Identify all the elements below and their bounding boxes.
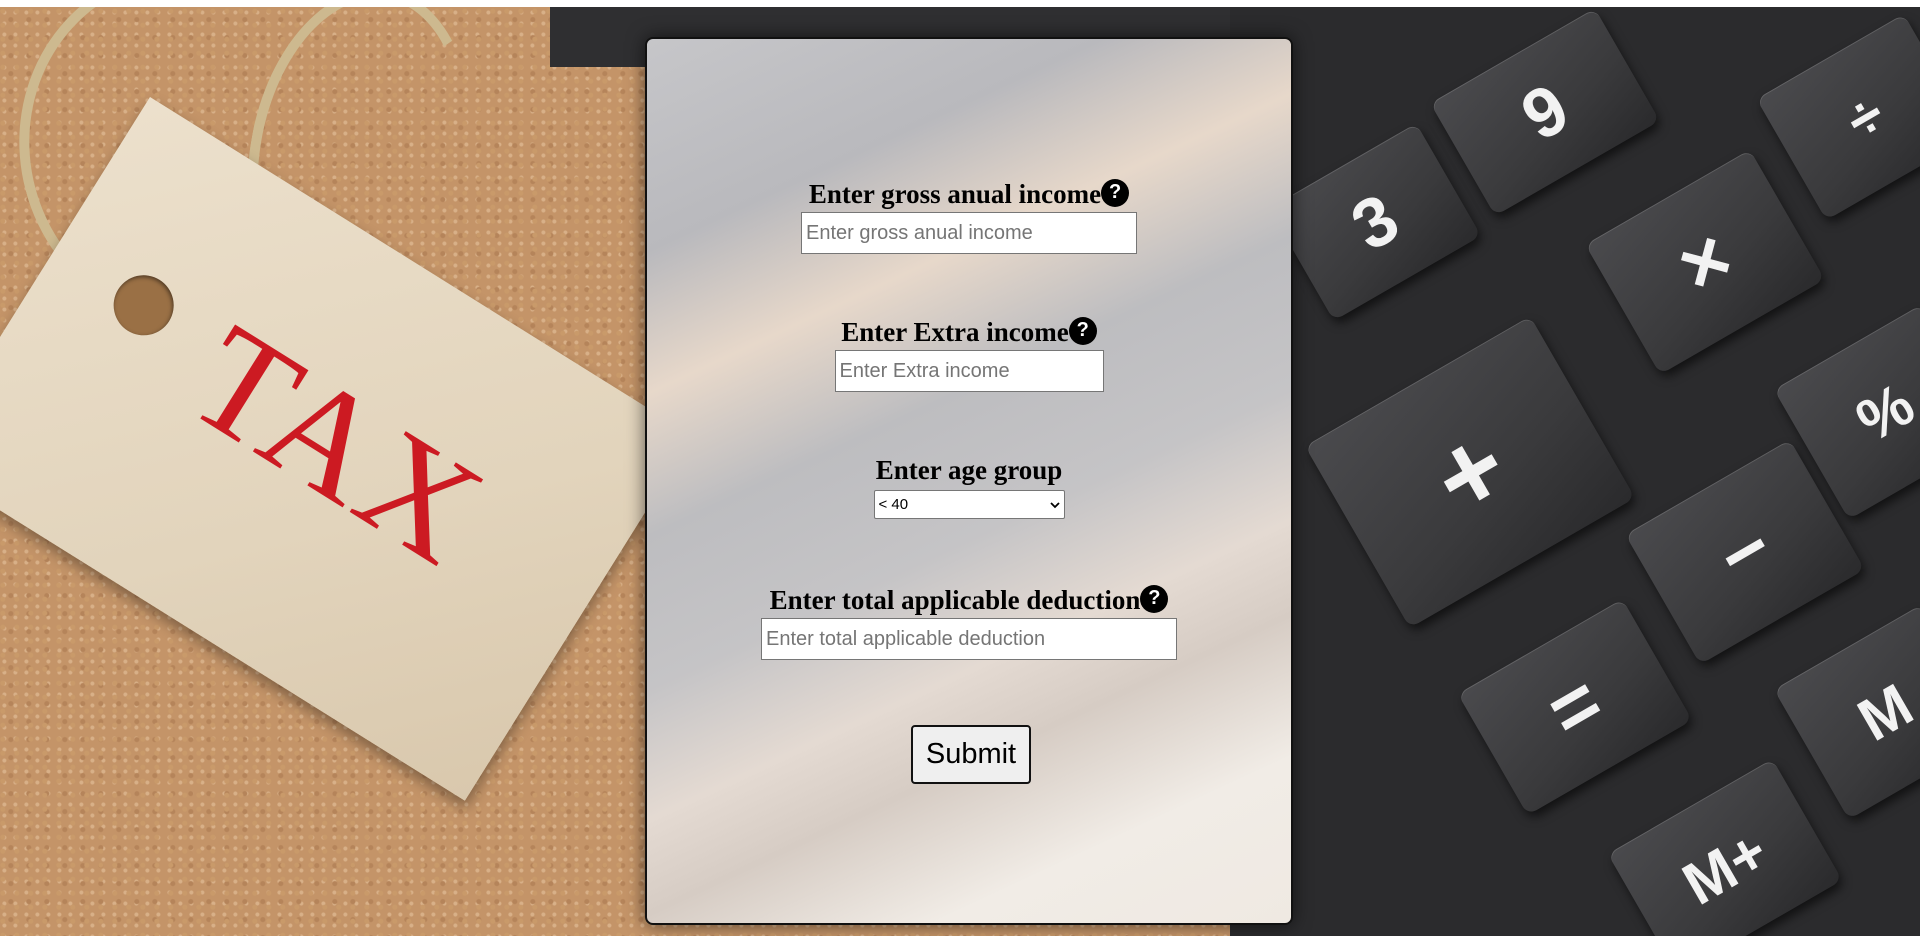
question-circle-icon[interactable]: ?	[1140, 584, 1169, 613]
deduction-field: Enter total applicable deduction ?	[647, 584, 1291, 660]
extra-income-label-row: Enter Extra income ?	[841, 316, 1097, 348]
age-group-selected-value: < 40	[878, 496, 909, 513]
age-group-field: Enter age group < 40	[647, 455, 1291, 519]
question-circle-icon[interactable]: ?	[1101, 178, 1130, 207]
gross-income-label: Enter gross anual income	[808, 179, 1102, 209]
tax-tag-text: TAX	[163, 293, 513, 598]
extra-income-field: Enter Extra income ?	[647, 316, 1291, 392]
tag-hole	[102, 263, 185, 347]
extra-income-label: Enter Extra income	[841, 317, 1069, 347]
question-circle-icon[interactable]: ?	[1068, 316, 1097, 345]
tax-form-card: Enter gross anual income ? Enter Extra i…	[645, 37, 1293, 925]
extra-income-input[interactable]	[834, 350, 1104, 392]
calc-key-multiply: ×	[1585, 149, 1825, 375]
calc-key-m: M	[1773, 604, 1920, 820]
age-group-select[interactable]: < 40	[873, 490, 1065, 519]
calc-key-9: 9	[1430, 8, 1660, 216]
age-group-label: Enter age group	[875, 455, 1063, 485]
gross-income-input[interactable]	[801, 212, 1137, 254]
calculator: 9 3 × + − = ÷ % M M+	[1230, 7, 1920, 936]
age-group-label-row: Enter age group	[876, 455, 1063, 486]
calc-key-divide: ÷	[1756, 13, 1920, 221]
gross-income-label-row: Enter gross anual income ?	[808, 178, 1130, 210]
chevron-down-icon	[1049, 501, 1060, 508]
calc-key-mplus: M+	[1607, 758, 1843, 936]
calc-key-equals: =	[1457, 598, 1693, 816]
deduction-label: Enter total applicable deduction	[769, 585, 1141, 615]
calc-key-plus: +	[1304, 316, 1636, 628]
deduction-label-row: Enter total applicable deduction ?	[769, 584, 1169, 616]
gross-income-field: Enter gross anual income ?	[647, 178, 1291, 254]
submit-button[interactable]: Submit	[911, 725, 1031, 784]
deduction-input[interactable]	[761, 618, 1177, 660]
calc-key-3: 3	[1268, 123, 1482, 321]
